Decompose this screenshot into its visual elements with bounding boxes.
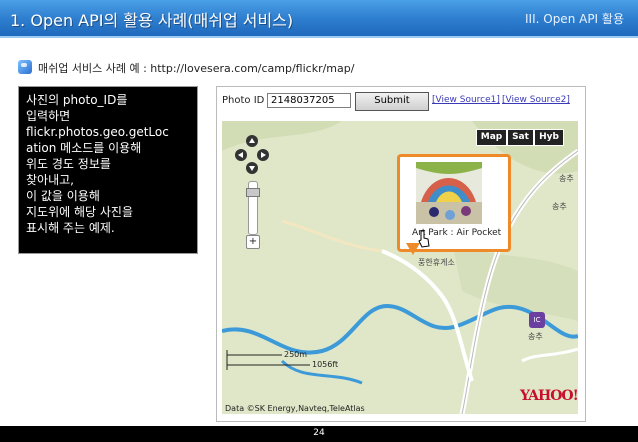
place-label: 송추 <box>552 202 567 211</box>
slide-footer: 24 <box>0 426 638 442</box>
place-label: 송추 <box>559 174 574 183</box>
river <box>222 303 578 355</box>
example-url-text: 매쉬업 서비스 사례 예 : http://lovesera.com/camp/… <box>38 62 355 75</box>
header-divider <box>0 36 638 38</box>
section-label: III. Open API 활용 <box>525 12 624 26</box>
map-type-map-button[interactable]: Map <box>476 129 507 146</box>
yahoo-logo[interactable]: YAHOO! <box>520 388 578 404</box>
place-label: 송추 <box>528 332 543 341</box>
zoom-in-icon[interactable]: + <box>246 235 260 249</box>
zoom-slider[interactable] <box>246 181 260 235</box>
zoom-slider-handle[interactable] <box>246 188 260 197</box>
photo-id-label: Photo ID <box>222 95 265 106</box>
page-number: 24 <box>313 428 325 438</box>
photo-popup[interactable]: Art Park : Air Pocket <box>397 154 511 252</box>
minor-road <box>521 347 578 363</box>
minor-road <box>281 219 383 253</box>
description-text: 사진의 photo_ID를 입력하면 flickr.photos.geo.get… <box>26 93 169 235</box>
map-attribution: Data ©SK Energy,Navteq,TeleAtlas <box>225 404 365 413</box>
flickr-photo[interactable] <box>416 162 482 224</box>
scale-imperial-label: 1056ft <box>312 360 339 369</box>
app-screenshot: Photo ID Submit [View Source1] [View Sou… <box>216 86 586 422</box>
submit-button[interactable]: Submit <box>355 92 429 111</box>
bullet-icon <box>18 60 32 74</box>
description-box: 사진의 photo_ID를 입력하면 flickr.photos.geo.get… <box>18 86 198 254</box>
slide-title: 1. Open API의 활용 사례(매쉬업 서비스) <box>10 11 294 30</box>
view-source2-link[interactable]: [View Source2] <box>502 95 570 105</box>
map-view[interactable]: + Map Sat Hyb 송추 송추 풍한휴게소 송추 IC Art Park… <box>222 121 578 414</box>
map-type-hyb-button[interactable]: Hyb <box>534 129 564 146</box>
interchange-icon: IC <box>529 312 545 328</box>
place-label: 풍한휴게소 <box>418 258 455 267</box>
map-type-sat-button[interactable]: Sat <box>507 129 534 146</box>
view-source1-link[interactable]: [View Source1] <box>432 95 500 105</box>
scale-metric-label: 250m <box>284 350 308 359</box>
slide-header: 1. Open API의 활용 사례(매쉬업 서비스) III. Open AP… <box>0 0 638 36</box>
photo-id-input[interactable] <box>267 93 351 108</box>
hand-cursor-icon <box>418 230 430 248</box>
